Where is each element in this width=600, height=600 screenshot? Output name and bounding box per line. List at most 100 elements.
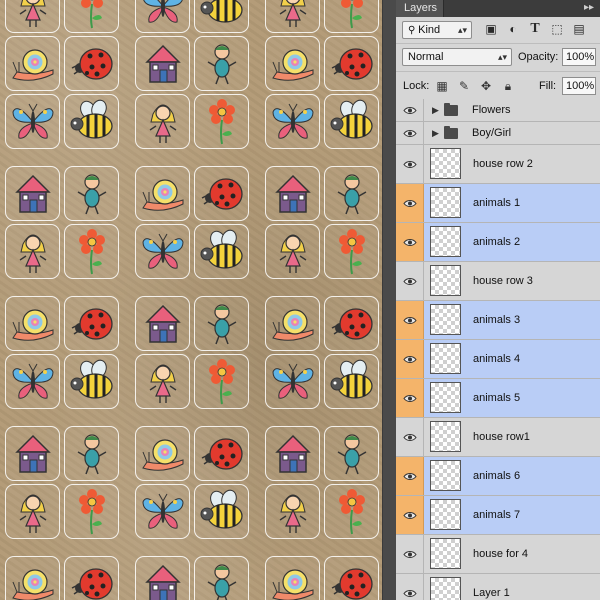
layer-row[interactable]: Layer 1 bbox=[396, 574, 600, 600]
layer-row[interactable]: house row 3 bbox=[396, 262, 600, 301]
layer-thumbnail[interactable] bbox=[430, 538, 461, 569]
ladybug-icon bbox=[331, 47, 373, 80]
butterfly-icon bbox=[271, 103, 314, 139]
snail-icon bbox=[141, 178, 183, 211]
pixel-filter-icon[interactable]: ▣ bbox=[482, 20, 500, 38]
layer-thumbnail[interactable] bbox=[430, 187, 461, 218]
boy-icon bbox=[77, 173, 106, 214]
canvas-tile bbox=[5, 166, 60, 221]
canvas-tile bbox=[64, 0, 119, 33]
expand-arrow-icon[interactable]: ▶ bbox=[432, 105, 439, 116]
ladybug-icon bbox=[71, 47, 113, 80]
canvas-tile bbox=[265, 426, 320, 481]
visibility-eye-icon[interactable] bbox=[396, 99, 424, 121]
layer-row[interactable]: animals 4 bbox=[396, 340, 600, 379]
visibility-eye-icon[interactable] bbox=[396, 379, 424, 417]
visibility-eye-icon[interactable] bbox=[396, 122, 424, 144]
lock-label: Lock: bbox=[403, 80, 430, 92]
blend-row: Normal ▴▾ Opacity: 100% bbox=[396, 43, 600, 72]
layer-group-row[interactable]: ▶ Flowers bbox=[396, 99, 600, 122]
visibility-eye-icon[interactable] bbox=[396, 574, 424, 600]
layer-name: animals 1 bbox=[473, 197, 521, 209]
layer-thumbnail[interactable] bbox=[430, 382, 461, 413]
butterfly-icon bbox=[271, 363, 314, 399]
canvas-tile bbox=[265, 296, 320, 351]
snail-icon bbox=[11, 48, 53, 81]
layer-thumbnail[interactable] bbox=[430, 304, 461, 335]
bee-icon bbox=[70, 359, 113, 399]
canvas-tile bbox=[265, 354, 320, 409]
layer-row[interactable]: animals 1 bbox=[396, 184, 600, 223]
canvas-tile bbox=[64, 94, 119, 149]
visibility-eye-icon[interactable] bbox=[396, 184, 424, 222]
panel-tabbar: Layers ▸▸ bbox=[396, 0, 600, 17]
layer-row[interactable]: animals 6 bbox=[396, 457, 600, 496]
girl-icon bbox=[149, 364, 176, 403]
filter-kind-select[interactable]: ⚲ Kind ▴▾ bbox=[402, 21, 472, 39]
layer-row[interactable]: house for 4 bbox=[396, 535, 600, 574]
bee-icon bbox=[200, 229, 243, 269]
visibility-eye-icon[interactable] bbox=[396, 535, 424, 573]
canvas-tile bbox=[324, 354, 379, 409]
canvas-tile bbox=[194, 166, 249, 221]
flower-icon bbox=[338, 228, 365, 274]
layer-row[interactable]: animals 5 bbox=[396, 379, 600, 418]
butterfly-icon bbox=[11, 103, 54, 139]
visibility-eye-icon[interactable] bbox=[396, 457, 424, 495]
canvas-scroll-strip[interactable] bbox=[382, 0, 397, 600]
layer-thumbnail[interactable] bbox=[430, 265, 461, 296]
canvas-tile bbox=[64, 354, 119, 409]
ladybug-icon bbox=[201, 177, 243, 210]
fill-field[interactable]: 100% bbox=[562, 77, 596, 95]
layer-row[interactable]: animals 7 bbox=[396, 496, 600, 535]
canvas-tile bbox=[5, 224, 60, 279]
layer-group-row[interactable]: ▶ Boy/Girl bbox=[396, 122, 600, 145]
ladybug-icon bbox=[201, 437, 243, 470]
boy-icon bbox=[207, 303, 236, 344]
layer-thumbnail[interactable] bbox=[430, 421, 461, 452]
bee-icon bbox=[70, 99, 113, 139]
canvas-tile bbox=[194, 36, 249, 91]
boy-icon bbox=[207, 563, 236, 600]
layer-row[interactable]: animals 2 bbox=[396, 223, 600, 262]
layer-thumbnail[interactable] bbox=[430, 226, 461, 257]
layer-name: animals 7 bbox=[473, 509, 521, 521]
lock-all-icon[interactable]: 🔒︎ bbox=[500, 78, 516, 94]
lock-paint-brush-icon[interactable]: ✎ bbox=[456, 78, 472, 94]
visibility-eye-icon[interactable] bbox=[396, 223, 424, 261]
lock-move-icon[interactable]: ✥ bbox=[478, 78, 494, 94]
layers-tab[interactable]: Layers bbox=[396, 0, 444, 17]
canvas-tile bbox=[135, 36, 190, 91]
layer-row[interactable]: house row1 bbox=[396, 418, 600, 457]
folder-icon bbox=[444, 126, 458, 139]
layer-thumbnail[interactable] bbox=[430, 460, 461, 491]
layer-row[interactable]: animals 3 bbox=[396, 301, 600, 340]
document-canvas[interactable] bbox=[0, 0, 382, 600]
visibility-eye-icon[interactable] bbox=[396, 418, 424, 456]
visibility-eye-icon[interactable] bbox=[396, 145, 424, 183]
lock-transparent-icon[interactable]: ▦ bbox=[434, 78, 450, 94]
smart-object-filter-icon[interactable]: ▤ bbox=[570, 20, 588, 38]
shape-filter-icon[interactable]: ⬚ bbox=[548, 20, 566, 38]
opacity-field[interactable]: 100% bbox=[562, 48, 596, 66]
visibility-eye-icon[interactable] bbox=[396, 340, 424, 378]
canvas-tile bbox=[5, 296, 60, 351]
layer-thumbnail[interactable] bbox=[430, 148, 461, 179]
folder-icon bbox=[444, 103, 458, 116]
type-filter-icon[interactable]: T bbox=[526, 20, 544, 38]
visibility-eye-icon[interactable] bbox=[396, 496, 424, 534]
layer-thumbnail[interactable] bbox=[430, 577, 461, 600]
layer-row[interactable]: house row 2 bbox=[396, 145, 600, 184]
butterfly-icon bbox=[11, 363, 54, 399]
panel-menu-icon[interactable]: ▸▸ bbox=[584, 2, 594, 13]
boy-icon bbox=[337, 173, 366, 214]
blend-mode-select[interactable]: Normal ▴▾ bbox=[402, 48, 512, 66]
visibility-eye-icon[interactable] bbox=[396, 262, 424, 300]
visibility-eye-icon[interactable] bbox=[396, 301, 424, 339]
expand-arrow-icon[interactable]: ▶ bbox=[432, 128, 439, 139]
adjustment-filter-icon[interactable]: ◐ bbox=[504, 20, 522, 38]
layer-name: animals 6 bbox=[473, 470, 521, 482]
layer-thumbnail[interactable] bbox=[430, 499, 461, 530]
flower-icon bbox=[80, 0, 103, 28]
layer-thumbnail[interactable] bbox=[430, 343, 461, 374]
